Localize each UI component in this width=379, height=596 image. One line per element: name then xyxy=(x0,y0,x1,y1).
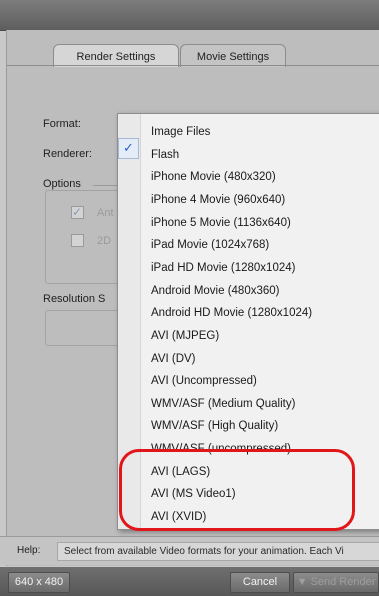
tab-divider xyxy=(7,65,379,66)
renderer-label: Renderer: xyxy=(43,148,92,160)
menu-item[interactable]: Android Movie (480x360) xyxy=(118,280,379,302)
help-text: Select from available Video formats for … xyxy=(57,542,379,561)
selected-indicator: ✓ xyxy=(118,138,139,159)
window-titlebar xyxy=(0,0,379,31)
options-groupbox xyxy=(45,190,127,284)
tab-bar: Render Settings Movie Settings xyxy=(7,44,379,67)
send-render-button[interactable]: ▼ Send Render xyxy=(293,572,379,593)
tab-render-settings[interactable]: Render Settings xyxy=(53,44,179,67)
menu-item[interactable]: iPad HD Movie (1280x1024) xyxy=(118,257,379,279)
menu-item[interactable]: iPad Movie (1024x768) xyxy=(118,234,379,256)
checkmark-icon: ✓ xyxy=(123,140,134,155)
options-group-line xyxy=(93,185,119,186)
help-bar: Help: Select from available Video format… xyxy=(0,536,379,565)
menu-item[interactable]: WMV/ASF (High Quality) xyxy=(118,415,379,437)
send-icon: ▼ xyxy=(296,576,308,588)
format-label: Format: xyxy=(43,118,81,130)
option-checkbox-2d[interactable] xyxy=(71,234,84,247)
option-antialias-label: Ant xyxy=(97,207,114,219)
resolution-groupbox xyxy=(45,310,127,346)
tab-movie-settings[interactable]: Movie Settings xyxy=(180,44,286,67)
menu-item[interactable]: AVI (MJPEG) xyxy=(118,325,379,347)
menu-item[interactable]: iPhone 4 Movie (960x640) xyxy=(118,189,379,211)
menu-item[interactable]: AVI (Uncompressed) xyxy=(118,370,379,392)
resolution-label: Resolution S xyxy=(43,293,106,305)
menu-item[interactable]: Android HD Movie (1280x1024) xyxy=(118,302,379,324)
checkmark-icon: ✓ xyxy=(72,205,83,219)
menu-item[interactable]: Image Files xyxy=(118,121,379,143)
option-2d-label: 2D xyxy=(97,235,112,247)
options-label: Options xyxy=(43,178,81,190)
menu-item[interactable]: iPhone 5 Movie (1136x640) xyxy=(118,212,379,234)
resolution-size-button[interactable]: 640 x 480 xyxy=(8,572,70,593)
menu-item[interactable]: AVI (DV) xyxy=(118,348,379,370)
send-render-label: Send Render xyxy=(310,576,376,588)
bottom-toolbar: 640 x 480 Cancel ▼ Send Render xyxy=(0,567,379,596)
cancel-button[interactable]: Cancel xyxy=(230,572,290,593)
option-checkbox-antialias[interactable]: ✓ xyxy=(71,206,84,219)
highlight-annotation xyxy=(119,449,355,531)
menu-item[interactable]: Flash xyxy=(118,144,379,166)
menu-item[interactable]: WMV/ASF (Medium Quality) xyxy=(118,393,379,415)
help-label: Help: xyxy=(17,545,41,556)
menu-item[interactable]: iPhone Movie (480x320) xyxy=(118,166,379,188)
